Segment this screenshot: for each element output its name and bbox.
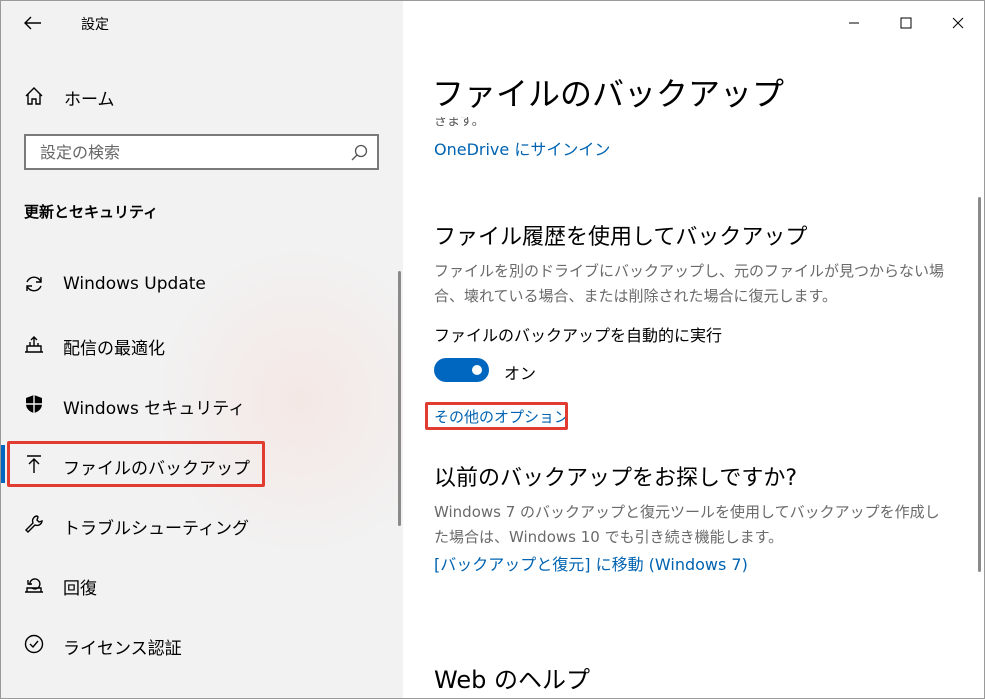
sidebar: 設定 ホーム 更新とセキュリティ Windows Update <box>1 1 403 698</box>
delivery-optimization-icon <box>25 336 43 353</box>
sidebar-item-label: 回復 <box>63 579 97 599</box>
older-backup-description: Windows 7 のバックアップと復元ツールを使用してバックアップを作成した場… <box>434 503 940 546</box>
sidebar-item-file-backup[interactable]: ファイルのバックアップ <box>1 440 403 490</box>
main-scrollbar[interactable] <box>978 197 981 572</box>
close-button[interactable] <box>932 1 984 45</box>
search-box <box>24 134 379 170</box>
sidebar-scrollbar[interactable] <box>398 271 401 526</box>
back-arrow-icon <box>24 16 41 30</box>
maximize-icon <box>900 17 912 29</box>
sidebar-item-label: Windows Update <box>63 274 206 294</box>
search-input[interactable] <box>32 140 348 164</box>
backup-restore-link[interactable]: [バックアップと復元] に移動 (Windows 7) <box>434 551 748 575</box>
section-title: 更新とセキュリティ <box>24 203 159 221</box>
auto-backup-toggle[interactable] <box>434 358 489 382</box>
recovery-icon <box>25 578 43 593</box>
more-options-link[interactable]: その他のオプション <box>434 406 569 427</box>
window-controls <box>828 1 984 45</box>
cut-off-text: きます。 <box>434 117 485 129</box>
sidebar-item-label: ホーム <box>64 90 115 110</box>
settings-window: 設定 ホーム 更新とセキュリティ Windows Update <box>0 0 985 699</box>
sidebar-item-home[interactable]: ホーム <box>1 77 403 113</box>
sidebar-item-label: ライセンス認証 <box>63 639 182 659</box>
sidebar-item-troubleshoot[interactable]: トラブルシューティング <box>1 500 403 550</box>
close-icon <box>952 17 964 29</box>
sidebar-item-windows-update[interactable]: Windows Update <box>1 260 403 310</box>
sidebar-item-label: Windows セキュリティ <box>63 399 246 419</box>
sidebar-item-activation[interactable]: ライセンス認証 <box>1 620 403 670</box>
web-help-heading: Web のヘルプ <box>434 666 590 694</box>
toggle-state-text: オン <box>504 364 537 383</box>
back-button[interactable] <box>17 9 49 37</box>
shield-icon <box>26 395 42 413</box>
app-title: 設定 <box>81 17 109 33</box>
main-pane: ファイルのバックアップ きます。 OneDrive にサインイン ファイル履歴を… <box>403 1 984 698</box>
page-title: ファイルのバックアップ <box>432 75 785 113</box>
sync-icon <box>26 276 42 292</box>
sidebar-item-label: トラブルシューティング <box>63 519 249 539</box>
sidebar-item-delivery-optimization[interactable]: 配信の最適化 <box>1 320 403 370</box>
home-icon <box>25 87 43 105</box>
older-backup-heading: 以前のバックアップをお探しですか? <box>434 466 798 491</box>
wrench-icon <box>25 515 43 533</box>
sidebar-item-recovery[interactable]: 回復 <box>1 560 403 610</box>
toggle-knob <box>472 365 482 375</box>
check-circle-icon <box>24 634 44 654</box>
minimize-button[interactable] <box>828 1 880 45</box>
onedrive-signin-link[interactable]: OneDrive にサインイン <box>434 136 610 160</box>
sidebar-item-label: ファイルのバックアップ <box>63 459 250 479</box>
sidebar-item-windows-security[interactable]: Windows セキュリティ <box>1 380 403 430</box>
search-icon[interactable] <box>349 143 369 163</box>
upload-arrow-icon <box>27 455 41 473</box>
sidebar-item-label: 配信の最適化 <box>63 339 165 359</box>
maximize-button[interactable] <box>880 1 932 45</box>
file-history-heading: ファイル履歴を使用してバックアップ <box>434 225 808 250</box>
file-history-description: ファイルを別のドライブにバックアップし、元のファイルが見つからない場合、壊れてい… <box>434 262 945 305</box>
auto-backup-label: ファイルのバックアップを自動的に実行 <box>434 326 723 345</box>
minimize-icon <box>849 22 859 24</box>
